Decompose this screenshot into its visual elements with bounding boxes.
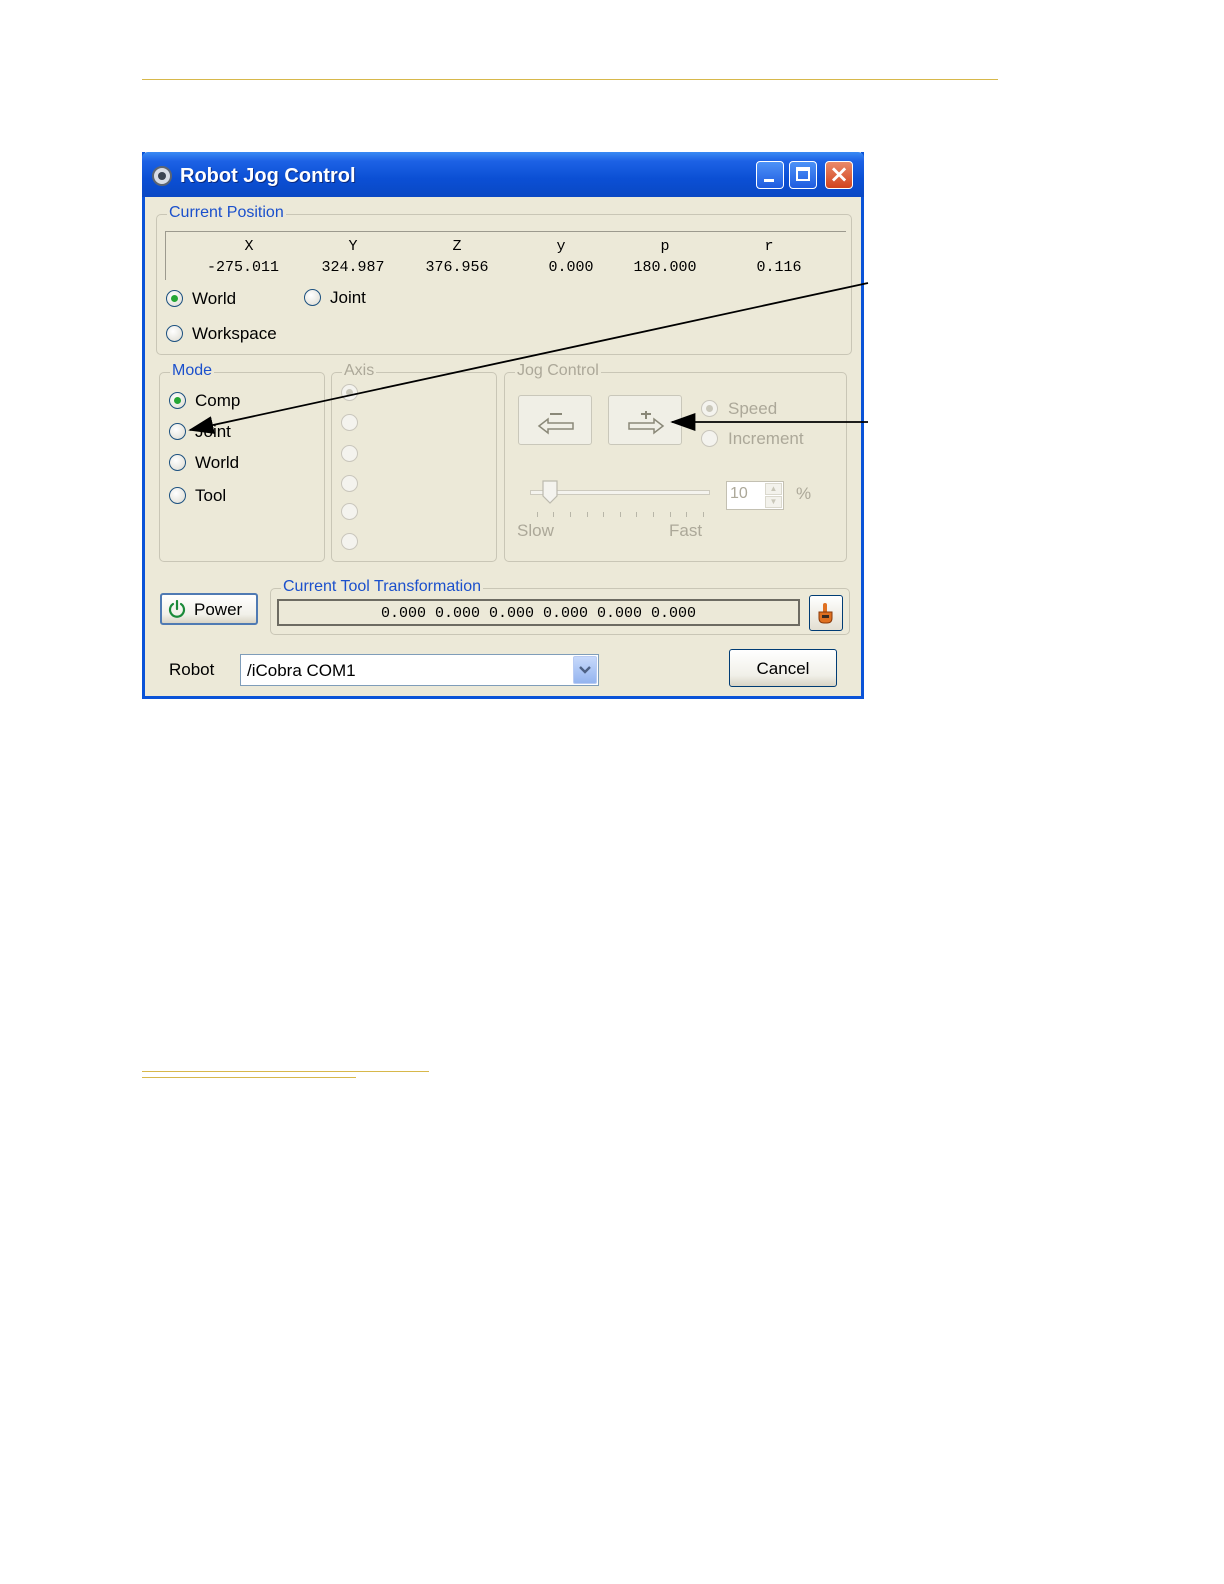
- footnote-rule: [142, 1071, 429, 1072]
- callout-arrow-joint-mode: [188, 282, 869, 434]
- callout-arrows: [188, 282, 869, 434]
- footnote-rule: [142, 1077, 356, 1078]
